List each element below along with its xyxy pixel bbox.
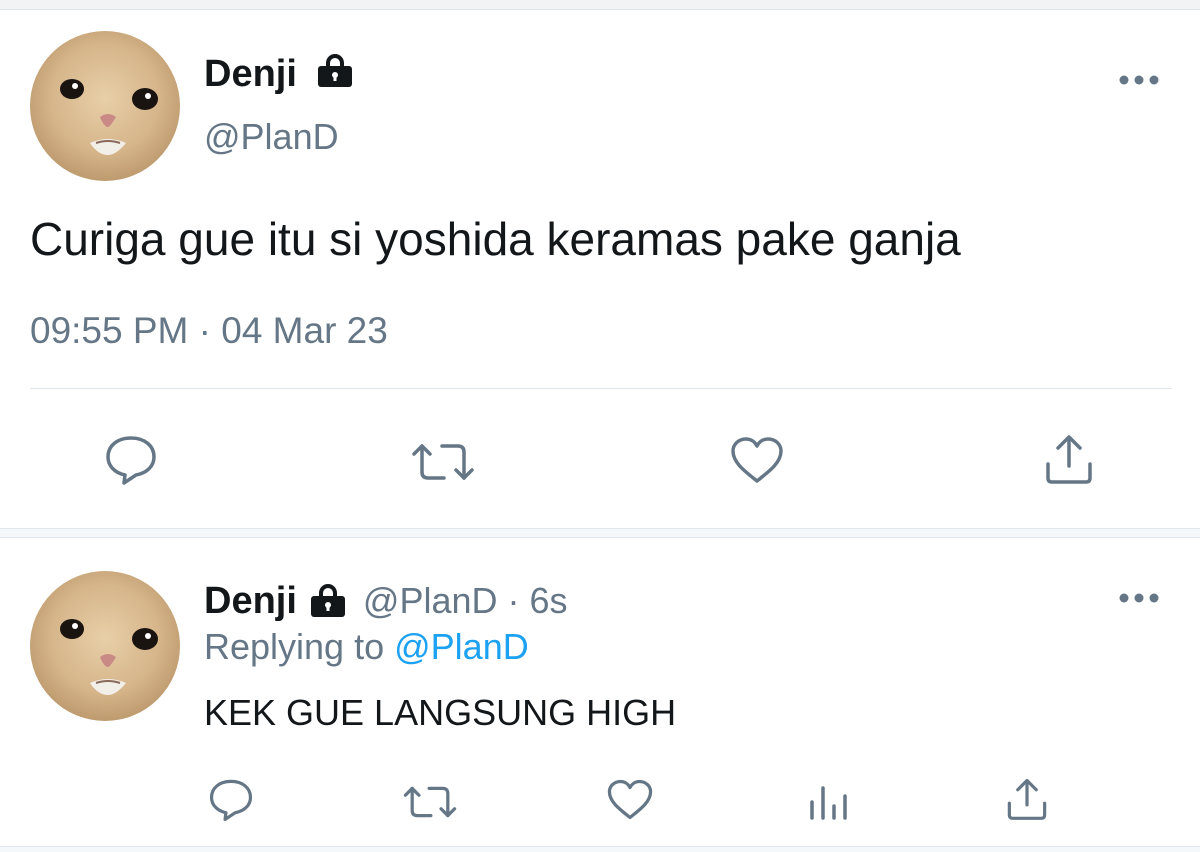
like-icon[interactable] [729,435,785,485]
lock-icon [316,54,354,88]
author-name[interactable]: Denji [204,52,297,96]
replying-to: Replying to @PlanD [204,626,529,668]
reply-icon[interactable] [104,434,158,486]
reply-icon[interactable] [208,778,254,822]
reply-text: KEK GUE LANGSUNG HIGH [204,692,677,733]
replying-to-handle[interactable]: @PlanD [394,626,529,667]
tweet-text: Curiga gue itu si yoshida keramas pake g… [30,213,961,265]
more-options-icon[interactable] [1116,588,1162,608]
section-separator [0,528,1200,538]
lock-icon [309,584,347,618]
analytics-icon[interactable] [806,782,850,822]
author-name[interactable]: Denji [204,579,297,623]
share-icon[interactable] [1044,432,1094,486]
bottom-separator [0,846,1200,852]
share-icon[interactable] [1006,776,1048,822]
retweet-icon[interactable] [410,440,476,484]
time-ago[interactable]: 6s [530,579,568,623]
tweet-timestamp[interactable]: 09:55 PM · 04 Mar 23 [30,310,388,352]
like-icon[interactable] [606,778,654,821]
replying-to-label: Replying to [204,626,385,667]
reply-header: Denji @PlanD · 6s [204,579,568,623]
divider [30,388,1172,389]
more-options-icon[interactable] [1116,70,1162,90]
avatar[interactable] [30,31,180,181]
avatar[interactable] [30,571,180,721]
top-edge [0,0,1200,10]
author-handle[interactable]: @PlanD [363,579,498,623]
time-separator: · [507,580,520,621]
retweet-icon[interactable] [402,783,458,821]
author-handle[interactable]: @PlanD [204,116,339,158]
